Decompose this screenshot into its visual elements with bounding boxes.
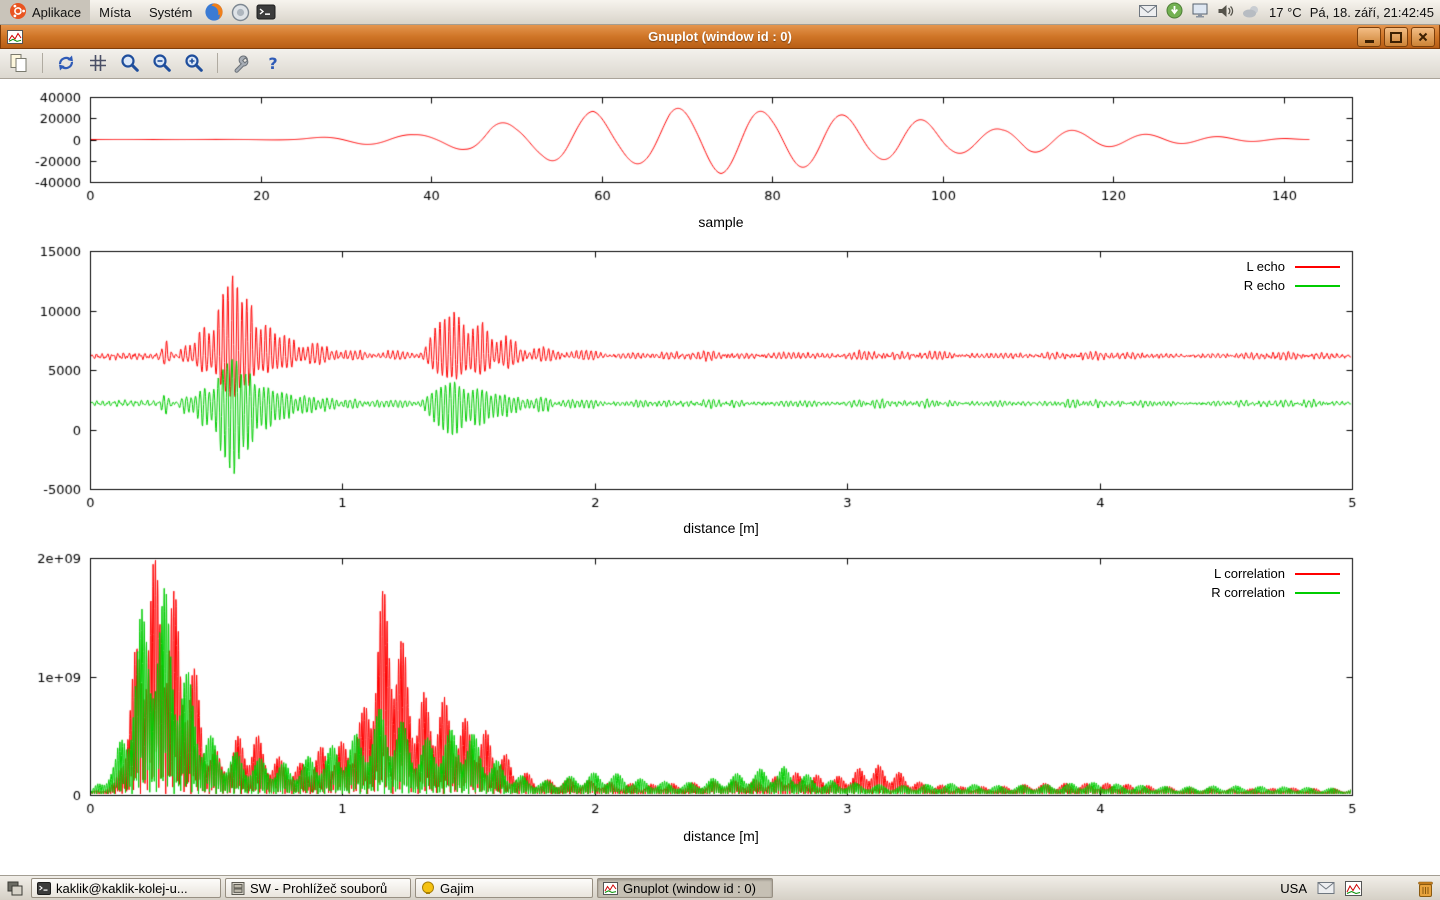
menu-label: Místa [99, 5, 131, 20]
chart-echo: L echo R echo distance [m] [0, 233, 1440, 540]
help-button[interactable]: ? [260, 51, 286, 75]
chart-correlation: L correlation R correlation distance [m] [0, 540, 1440, 875]
grid-icon [87, 52, 109, 74]
correlation-legend: L correlation R correlation [1211, 566, 1340, 600]
taskbar-tray: USA [1280, 879, 1437, 898]
maximize-button[interactable] [1384, 27, 1408, 47]
menu-applications[interactable]: Aplikace [0, 0, 90, 24]
x-axis-label: sample [90, 214, 1352, 230]
taskbar: kaklik@kaklik-kolej-u... SW - Prohlížeč … [0, 875, 1440, 900]
legend-line-sample [1295, 285, 1340, 287]
clock-applet[interactable]: Pá, 18. září, 21:42:45 [1310, 5, 1434, 20]
legend-entry: R echo [1244, 278, 1340, 293]
task-button-gnuplot[interactable]: Gnuplot (window id : 0) [597, 878, 773, 898]
toolbar-separator [217, 53, 218, 73]
task-label: Gajim [440, 881, 474, 896]
window-title: Gnuplot (window id : 0) [1, 29, 1439, 44]
terminal-launcher-icon[interactable] [253, 1, 279, 23]
legend-label: L echo [1246, 259, 1285, 274]
gajim-icon [421, 881, 435, 895]
legend-line-sample [1295, 573, 1340, 575]
x-axis-label: distance [m] [90, 520, 1352, 536]
legend-label: L correlation [1214, 566, 1285, 581]
zoom-next-icon [151, 52, 173, 74]
software-update-icon[interactable] [1166, 2, 1183, 22]
maximize-icon [1390, 32, 1402, 43]
chart-chirp: sample [0, 79, 1440, 233]
minimize-button[interactable] [1357, 27, 1381, 47]
top-panel: Aplikace Místa Systém 17 °C Pá, 18. září… [0, 0, 1440, 25]
wrench-icon [230, 52, 252, 74]
terminal-icon [37, 882, 51, 895]
close-button[interactable] [1411, 27, 1435, 47]
window-titlebar[interactable]: Gnuplot (window id : 0) [0, 24, 1440, 49]
x-axis-label: distance [m] [90, 828, 1352, 844]
task-label: Gnuplot (window id : 0) [623, 881, 756, 896]
task-button-gajim[interactable]: Gajim [415, 878, 593, 898]
legend-label: R echo [1244, 278, 1285, 293]
legend-entry: L echo [1244, 259, 1340, 274]
gnuplot-tray-icon[interactable] [1345, 881, 1362, 896]
window-controls [1357, 27, 1435, 47]
legend-label: R correlation [1211, 585, 1285, 600]
chirp-plot-area[interactable] [0, 79, 1440, 233]
close-icon [1418, 32, 1428, 42]
menu-system[interactable]: Systém [140, 0, 201, 24]
trash-icon[interactable] [1416, 879, 1435, 898]
replot-button[interactable] [53, 51, 79, 75]
menu-places[interactable]: Místa [90, 0, 140, 24]
task-button-terminal[interactable]: kaklik@kaklik-kolej-u... [31, 878, 221, 898]
keyboard-layout-indicator[interactable]: USA [1280, 881, 1307, 896]
legend-line-sample [1295, 266, 1340, 268]
panel-status-area: 17 °C Pá, 18. září, 21:42:45 [1138, 2, 1440, 22]
mail-tray-icon[interactable] [1317, 881, 1335, 895]
task-button-file-browser[interactable]: SW - Prohlížeč souborů [225, 878, 411, 898]
copy-plot-button[interactable] [6, 51, 32, 75]
copy-icon [8, 52, 30, 74]
autoscale-icon [183, 52, 205, 74]
weather-icon[interactable] [1242, 4, 1261, 21]
file-manager-icon [231, 882, 245, 895]
menu-label: Systém [149, 5, 192, 20]
zoom-next-button[interactable] [149, 51, 175, 75]
zoom-previous-button[interactable] [117, 51, 143, 75]
legend-line-sample [1295, 592, 1340, 594]
mail-notification-icon[interactable] [1138, 3, 1158, 22]
refresh-icon [55, 52, 77, 74]
task-label: SW - Prohlížeč souborů [250, 881, 387, 896]
gnuplot-window-icon [7, 30, 23, 44]
echo-legend: L echo R echo [1244, 259, 1340, 293]
configure-button[interactable] [228, 51, 254, 75]
show-desktop-icon[interactable] [7, 881, 23, 896]
toolbar-separator [42, 53, 43, 73]
legend-entry: R correlation [1211, 585, 1340, 600]
task-label: kaklik@kaklik-kolej-u... [56, 881, 188, 896]
volume-icon[interactable] [1217, 3, 1234, 22]
network-monitor-icon[interactable] [1191, 2, 1209, 22]
menu-label: Aplikace [32, 5, 81, 20]
zoom-previous-icon [119, 52, 141, 74]
gnuplot-toolbar: ? [0, 48, 1440, 79]
ubuntu-logo-icon [9, 2, 27, 23]
autoscale-button[interactable] [181, 51, 207, 75]
echo-plot-area[interactable] [0, 233, 1440, 540]
minimize-icon [1365, 40, 1374, 43]
help-icon: ? [268, 54, 277, 73]
toggle-grid-button[interactable] [85, 51, 111, 75]
legend-entry: L correlation [1211, 566, 1340, 581]
gnuplot-icon [603, 882, 618, 895]
help-launcher-icon[interactable] [227, 1, 253, 23]
temperature-applet[interactable]: 17 °C [1269, 5, 1302, 20]
firefox-launcher-icon[interactable] [201, 1, 227, 23]
